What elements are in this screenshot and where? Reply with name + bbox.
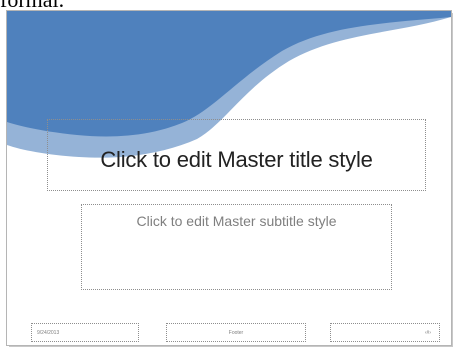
slide-number-text: ‹#› xyxy=(424,329,431,336)
master-slide[interactable]: Click to edit Master title style Click t… xyxy=(6,10,452,346)
footer-placeholder[interactable]: Footer xyxy=(166,323,306,342)
date-placeholder[interactable]: 9/24/2013 xyxy=(31,323,139,342)
title-placeholder[interactable]: Click to edit Master title style xyxy=(47,119,426,191)
slide-number-placeholder[interactable]: ‹#› xyxy=(330,323,440,342)
date-text: 9/24/2013 xyxy=(37,329,60,336)
subtitle-placeholder[interactable]: Click to edit Master subtitle style xyxy=(81,204,392,290)
title-placeholder-text: Click to edit Master title style xyxy=(100,147,373,172)
footer-text: Footer xyxy=(228,329,244,336)
subtitle-placeholder-text: Click to edit Master subtitle style xyxy=(136,213,337,229)
